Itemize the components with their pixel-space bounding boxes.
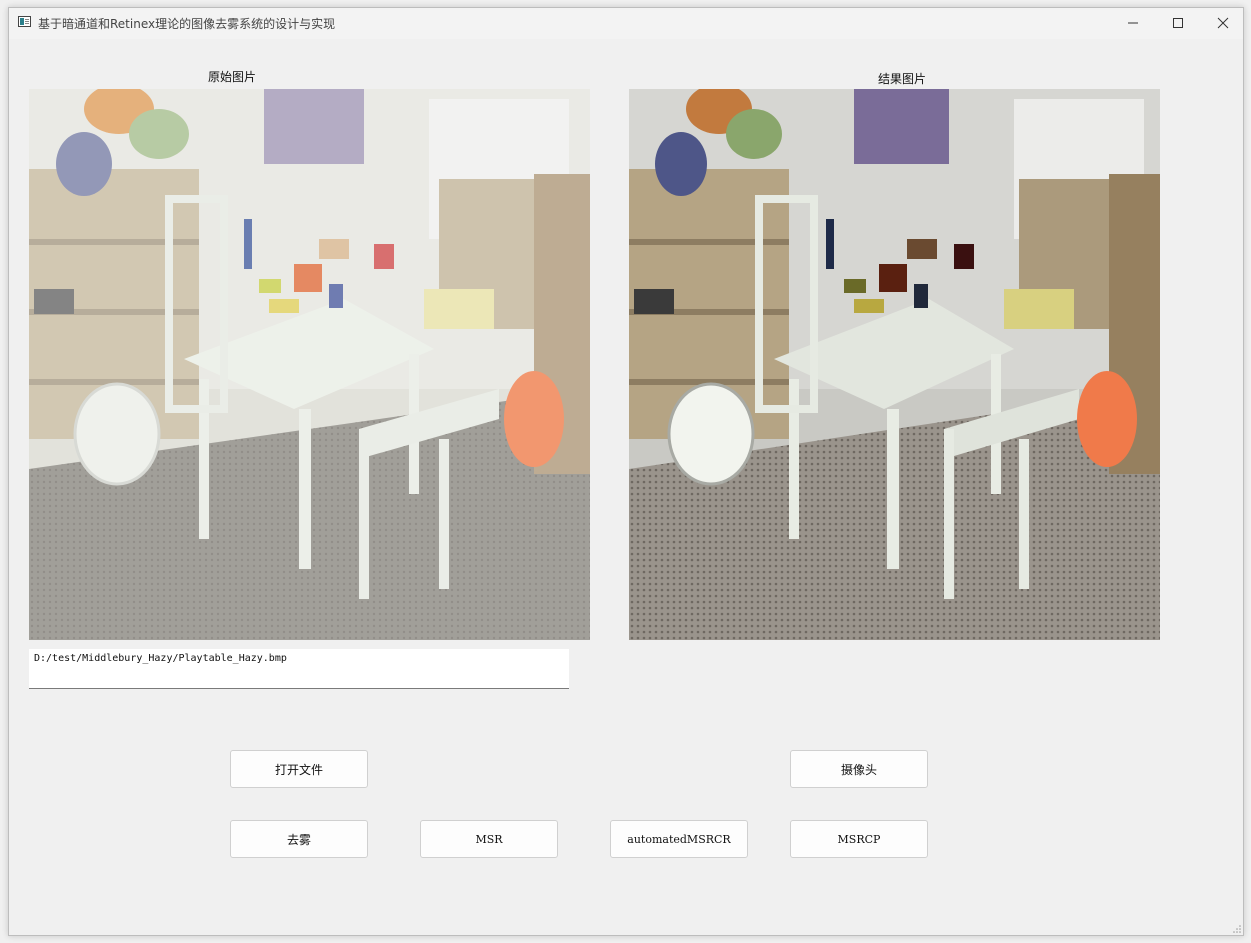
minimize-icon	[1128, 22, 1138, 24]
camera-button[interactable]: 摄像头	[790, 750, 928, 788]
minimize-button[interactable]	[1110, 8, 1156, 39]
original-image	[29, 89, 590, 640]
close-button[interactable]	[1200, 8, 1246, 39]
file-path-field[interactable]: D:/test/Middlebury_Hazy/Playtable_Hazy.b…	[29, 649, 569, 689]
result-image-caption: 结果图片	[878, 72, 927, 86]
dehaze-button[interactable]: 去雾	[230, 820, 368, 858]
result-image	[629, 89, 1160, 640]
msr-button[interactable]: MSR	[420, 820, 558, 858]
maximize-icon	[1173, 18, 1183, 28]
maximize-button[interactable]	[1155, 8, 1201, 39]
msrcp-button[interactable]: MSRCP	[790, 820, 928, 858]
resize-grip-icon[interactable]	[1233, 925, 1241, 933]
app-icon	[18, 16, 31, 27]
app-window: 基于暗通道和Retinex理论的图像去雾系统的设计与实现 原始图片 结果图片 D…	[8, 7, 1244, 936]
window-title: 基于暗通道和Retinex理论的图像去雾系统的设计与实现	[38, 17, 336, 31]
automated-msrcr-button[interactable]: automatedMSRCR	[610, 820, 748, 858]
original-image-caption: 原始图片	[208, 70, 257, 84]
open-file-button[interactable]: 打开文件	[230, 750, 368, 788]
title-bar: 基于暗通道和Retinex理论的图像去雾系统的设计与实现	[9, 8, 1243, 39]
close-icon	[1217, 17, 1229, 29]
